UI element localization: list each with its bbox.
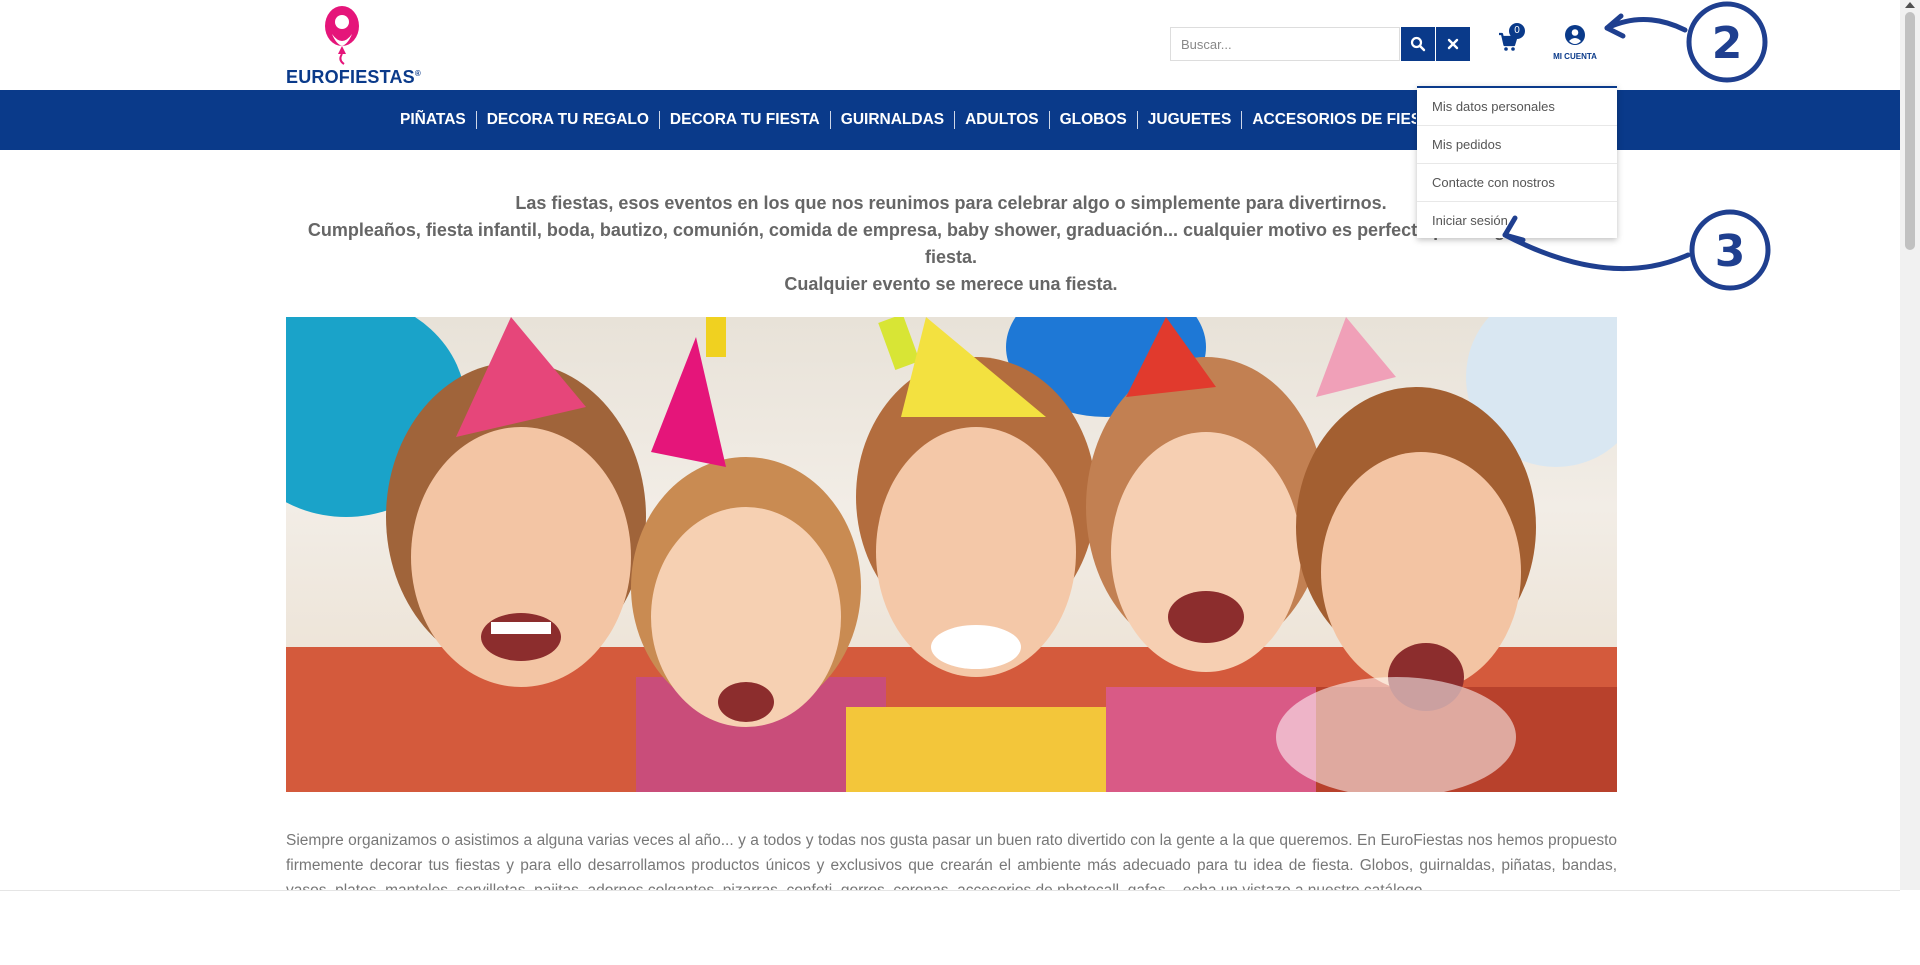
search-button[interactable] (1401, 27, 1435, 61)
brand-logo[interactable]: EUROFIESTAS® (286, 4, 421, 87)
annotation-2-label: 2 (1712, 18, 1743, 69)
brand-name: EUROFIESTAS® (286, 67, 421, 87)
user-icon (1565, 25, 1585, 45)
annotation-step-3: 3 (1502, 209, 1771, 291)
nav-item-adultos[interactable]: ADULTOS (955, 111, 1050, 129)
nav-item-accesorios-de-fiesta[interactable]: ACCESORIOS DE FIESTA (1242, 111, 1416, 129)
clear-search-button[interactable] (1436, 27, 1470, 61)
logo-balloon-icon (325, 6, 359, 65)
dropdown-item-orders[interactable]: Mis pedidos (1417, 126, 1617, 164)
dropdown-item-contact[interactable]: Contacte con nostros (1417, 164, 1617, 202)
nav-item-guirnaldas[interactable]: GUIRNALDAS (831, 111, 956, 129)
bottom-whitespace (0, 890, 1900, 965)
party-kids-illustration (286, 317, 1617, 792)
annotation-3-label: 3 (1715, 226, 1746, 277)
nav-item-juguetes[interactable]: JUGUETES (1138, 111, 1243, 129)
page-scrollbar[interactable] (1900, 0, 1920, 890)
hero-image (286, 317, 1617, 792)
scroll-up-arrow-icon[interactable] (1905, 2, 1915, 8)
nav-item-piñatas[interactable]: PIÑATAS (390, 111, 477, 129)
close-icon (1447, 38, 1459, 50)
cart-count-badge: 0 (1509, 23, 1525, 39)
search-icon (1410, 36, 1426, 52)
search-input[interactable] (1170, 27, 1400, 61)
account-button[interactable]: MI CUENTA (1548, 24, 1602, 64)
account-label: MI CUENTA (1553, 52, 1597, 61)
nav-item-decora-tu-regalo[interactable]: DECORA TU REGALO (477, 111, 660, 129)
intro-line-3: Cualquier evento se merece una fiesta. (784, 274, 1118, 294)
annotation-step-2: 2 (1604, 1, 1768, 83)
dropdown-item-personal-data[interactable]: Mis datos personales (1417, 88, 1617, 126)
nav-item-decora-tu-fiesta[interactable]: DECORA TU FIESTA (660, 111, 831, 129)
nav-item-globos[interactable]: GLOBOS (1050, 111, 1138, 129)
scroll-thumb[interactable] (1905, 12, 1915, 250)
